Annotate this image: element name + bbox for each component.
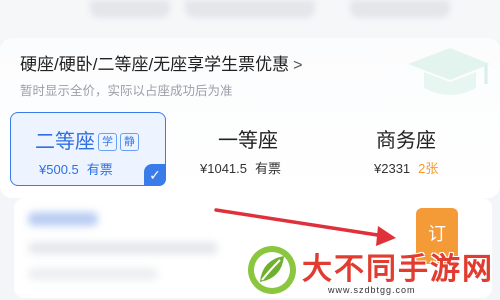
graduation-cap-icon <box>408 48 490 95</box>
blurred-item <box>90 0 170 18</box>
promo-subtitle: 暂时显示全价，实际以占座成功后为准 <box>20 84 233 98</box>
chevron-right-icon: > <box>293 57 303 74</box>
top-blurred-strip <box>0 0 500 40</box>
watermark-url: www.szdbtgg.com <box>328 285 416 295</box>
blurred-text <box>28 242 218 254</box>
seat-option-first-class[interactable]: 一等座 ¥1041.5 有票 <box>178 112 328 186</box>
seat-price: ¥500.5 <box>39 162 79 177</box>
blurred-item <box>185 0 315 18</box>
blurred-text <box>28 212 98 226</box>
quiet-tag: 静 <box>120 133 139 151</box>
seat-name: 一等座 <box>218 130 278 152</box>
seat-availability: 有票 <box>255 161 282 176</box>
student-tag: 学 <box>98 133 117 151</box>
seat-option-second-class[interactable]: 二等座学静 ¥500.5 有票 ✓ <box>10 112 166 186</box>
leaf-logo-icon <box>248 246 296 294</box>
checkmark-icon: ✓ <box>144 164 166 186</box>
seat-price: ¥2331 <box>374 161 411 176</box>
seat-name: 商务座 <box>376 130 436 152</box>
seat-price: ¥1041.5 <box>200 161 247 176</box>
seat-availability: 2张 <box>418 161 439 176</box>
site-watermark: 大不同手游网 www.szdbtgg.com <box>236 238 500 300</box>
student-discount-link[interactable]: 硬座/硬卧/二等座/无座享学生票优惠 > <box>20 50 303 75</box>
promo-title: 硬座/硬卧/二等座/无座享学生票优惠 <box>20 55 290 74</box>
blurred-item <box>350 0 450 18</box>
seat-option-business-class[interactable]: 商务座 ¥2331 2张 <box>338 112 488 186</box>
blurred-text <box>28 268 158 280</box>
watermark-title: 大不同手游网 <box>302 253 494 286</box>
seat-name: 二等座 <box>35 131 95 153</box>
seat-availability: 有票 <box>86 162 113 177</box>
